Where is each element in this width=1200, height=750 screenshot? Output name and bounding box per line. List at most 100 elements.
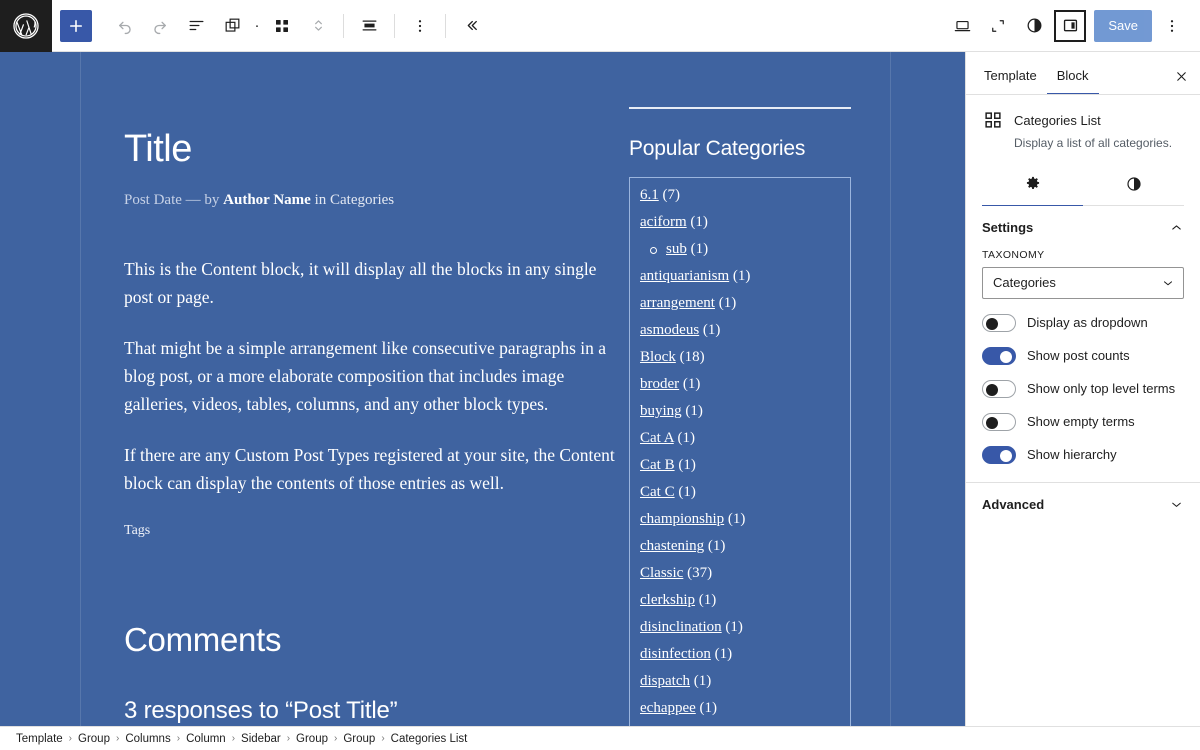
category-list-item[interactable]: disinfection (1) <box>640 647 840 662</box>
category-list-item[interactable]: Cat B (1) <box>640 458 840 473</box>
post-tags-label[interactable]: Tags <box>124 523 624 539</box>
breadcrumb-item[interactable]: Group <box>343 733 375 745</box>
category-list-item[interactable]: Cat A (1) <box>640 431 840 446</box>
category-list-item[interactable]: Cat C (1) <box>640 485 840 500</box>
category-list-item[interactable]: broder (1) <box>640 377 840 392</box>
category-list-item[interactable]: Block (18) <box>640 350 840 365</box>
undo-button[interactable] <box>106 8 142 44</box>
category-link[interactable]: buying <box>640 403 682 419</box>
category-list-item[interactable]: antiquarianism (1) <box>640 269 840 284</box>
expand-corners-icon[interactable] <box>980 8 1016 44</box>
category-list-item[interactable]: sub (1) <box>640 242 840 257</box>
post-categories[interactable]: Categories <box>330 192 394 208</box>
comments-heading[interactable]: Comments <box>124 621 624 659</box>
tab-block[interactable]: Block <box>1046 58 1099 94</box>
category-list-item[interactable]: buying (1) <box>640 404 840 419</box>
toggle-switch[interactable] <box>982 412 1016 431</box>
category-list-item[interactable]: aciform (1) <box>640 215 840 230</box>
settings-panel-header[interactable]: Settings <box>966 206 1200 249</box>
breadcrumb-item[interactable]: Template <box>16 733 63 745</box>
breadcrumb-item[interactable]: Sidebar <box>241 733 281 745</box>
breadcrumb-item[interactable]: Columns <box>125 733 170 745</box>
content-paragraph[interactable]: That might be a simple arrangement like … <box>124 334 624 419</box>
category-link[interactable]: disinclination <box>640 619 722 635</box>
sidebar-panel-icon[interactable] <box>1052 8 1088 44</box>
half-circle-contrast-icon[interactable] <box>1016 8 1052 44</box>
category-link[interactable]: broder <box>640 376 679 392</box>
add-block-button[interactable] <box>60 9 92 42</box>
styles-tab[interactable] <box>1083 164 1184 206</box>
breadcrumb-item[interactable]: Column <box>186 733 226 745</box>
category-list-item[interactable]: asmodeus (1) <box>640 323 840 338</box>
block-options-button[interactable] <box>402 8 438 44</box>
taxonomy-select[interactable]: Categories <box>982 266 1184 299</box>
toggle-row[interactable]: Show post counts <box>982 346 1184 365</box>
collapse-toolbar-button[interactable] <box>453 8 489 44</box>
close-x-icon[interactable] <box>1166 61 1196 91</box>
category-link[interactable]: aciform <box>640 214 687 230</box>
category-list-item[interactable]: championship (1) <box>640 512 840 527</box>
toggle-switch[interactable] <box>982 379 1016 398</box>
tab-template[interactable]: Template <box>974 58 1047 94</box>
settings-tab[interactable] <box>982 164 1083 206</box>
toolbar-divider-3 <box>445 13 446 38</box>
toggle-switch[interactable] <box>982 445 1016 464</box>
toggle-switch[interactable] <box>982 313 1016 332</box>
category-list-item[interactable]: disinclination (1) <box>640 620 840 635</box>
category-link[interactable]: dispatch <box>640 673 690 689</box>
category-list-item[interactable]: chastening (1) <box>640 539 840 554</box>
category-list-item[interactable]: echappee (1) <box>640 701 840 716</box>
popular-categories-heading[interactable]: Popular Categories <box>629 137 851 161</box>
breadcrumb-item[interactable]: Categories List <box>391 733 468 745</box>
category-link[interactable]: Classic <box>640 565 683 581</box>
save-button[interactable]: Save <box>1094 9 1152 42</box>
category-link[interactable]: clerkship <box>640 592 695 608</box>
meta-in: in <box>314 192 327 208</box>
more-options-button[interactable] <box>1154 8 1190 44</box>
category-list-item[interactable]: Classic (37) <box>640 566 840 581</box>
breadcrumb-item[interactable]: Group <box>296 733 328 745</box>
advanced-panel-header[interactable]: Advanced <box>966 483 1200 526</box>
category-list-item[interactable]: arrangement (1) <box>640 296 840 311</box>
category-link[interactable]: Cat C <box>640 484 675 500</box>
content-paragraph[interactable]: This is the Content block, it will displ… <box>124 255 624 312</box>
toggle-switch[interactable] <box>982 346 1016 365</box>
category-link[interactable]: arrangement <box>640 295 715 311</box>
category-link[interactable]: asmodeus <box>640 322 699 338</box>
category-link[interactable]: Cat B <box>640 457 675 473</box>
align-block-button[interactable] <box>351 8 387 44</box>
laptop-icon[interactable] <box>944 8 980 44</box>
category-link[interactable]: disinfection <box>640 646 711 662</box>
content-paragraph[interactable]: If there are any Custom Post Types regis… <box>124 441 624 498</box>
editor-canvas[interactable]: Title Post Date — by Author Name in Cate… <box>0 52 966 726</box>
category-list-item[interactable]: clerkship (1) <box>640 593 840 608</box>
category-link[interactable]: chastening <box>640 538 704 554</box>
category-link[interactable]: echappee <box>640 700 696 716</box>
category-link[interactable]: Block <box>640 349 676 365</box>
document-overview-button[interactable] <box>178 8 214 44</box>
toggle-label: Display as dropdown <box>1027 315 1148 331</box>
category-link[interactable]: Cat A <box>640 430 674 446</box>
category-link[interactable]: sub <box>666 241 687 257</box>
post-title[interactable]: Title <box>124 130 624 168</box>
category-list-item[interactable]: 6.1 (7) <box>640 188 840 203</box>
redo-button[interactable] <box>142 8 178 44</box>
duplicate-block-button[interactable] <box>214 8 250 44</box>
block-description: Display a list of all categories. <box>1014 136 1173 150</box>
category-link[interactable]: antiquarianism <box>640 268 729 284</box>
toggle-row[interactable]: Display as dropdown <box>982 313 1184 332</box>
post-author[interactable]: Author Name <box>223 192 311 208</box>
category-link[interactable]: 6.1 <box>640 187 659 203</box>
toggle-row[interactable]: Show empty terms <box>982 412 1184 431</box>
toggle-row[interactable]: Show hierarchy <box>982 445 1184 464</box>
block-type-button[interactable] <box>264 8 300 44</box>
canvas-sidebar-column: Popular Categories 6.1 (7) aciform (1) sub… <box>629 52 851 726</box>
toggle-row[interactable]: Show only top level terms <box>982 379 1184 398</box>
wordpress-logo-icon[interactable] <box>0 0 52 52</box>
comments-count-text[interactable]: 3 responses to “Post Title” <box>124 697 624 725</box>
category-link[interactable]: championship <box>640 511 724 527</box>
categories-list-block[interactable]: 6.1 (7) aciform (1) sub (1) antiquarianism … <box>629 177 851 726</box>
category-list-item[interactable]: dispatch (1) <box>640 674 840 689</box>
breadcrumb-item[interactable]: Group <box>78 733 110 745</box>
move-block-button[interactable] <box>300 8 336 44</box>
